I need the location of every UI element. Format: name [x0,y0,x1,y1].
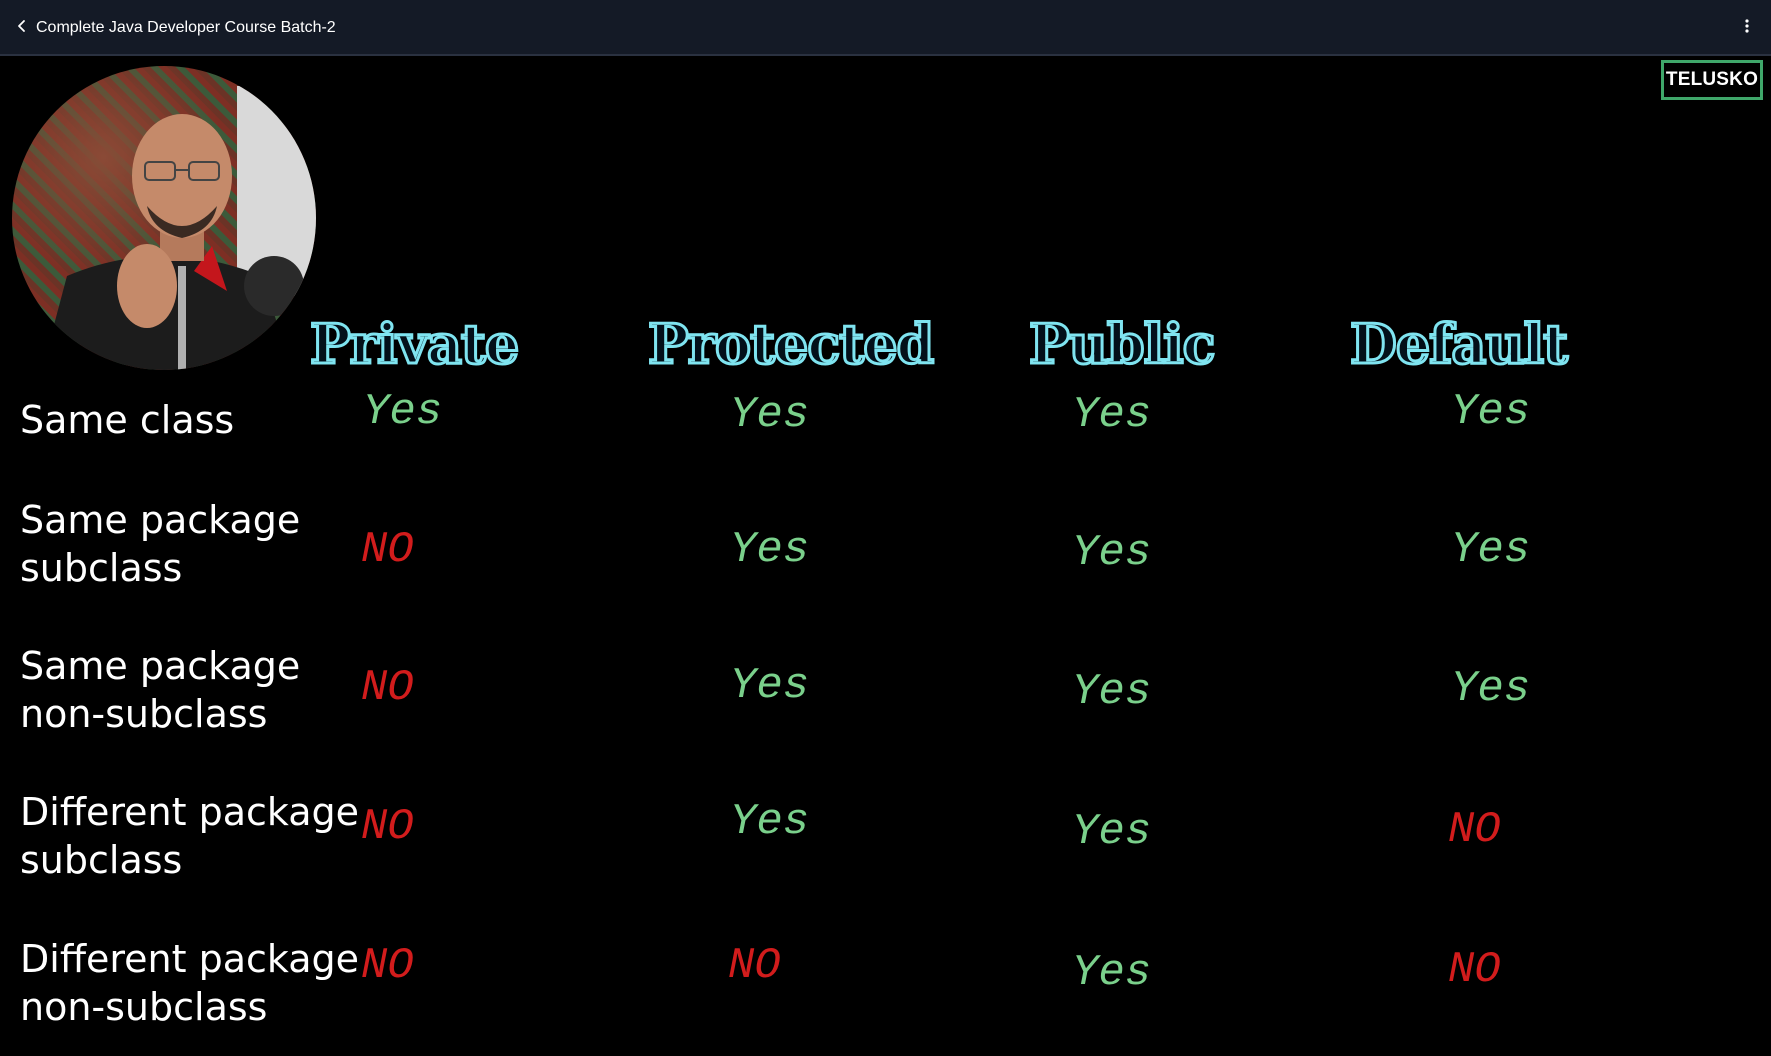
cell-same-package-subclass-default: Yes [1451,525,1531,575]
cell-different-package-subclass-public: Yes [1072,807,1152,857]
row-label-same-package-non-subclass: Same package non-subclass [20,644,301,736]
app-top-bar: Complete Java Developer Course Batch-2 [0,0,1771,56]
cell-different-package-subclass-default: NO [1448,805,1501,855]
cell-different-package-non-subclass-private: NO [361,941,414,991]
cell-same-class-default: Yes [1451,387,1531,437]
row-label-same-package-subclass: Same package subclass [20,498,301,590]
column-header-public: Public [1028,312,1218,376]
cell-same-package-non-subclass-default: Yes [1451,664,1531,714]
cell-same-package-non-subclass-private: NO [361,663,414,713]
cell-same-class-protected: Yes [730,390,810,440]
column-header-private: Private [308,312,520,376]
chevron-left-icon [15,19,29,38]
course-title: Complete Java Developer Course Batch-2 [36,19,336,36]
column-header-default: Default [1348,312,1569,376]
cell-same-class-public: Yes [1072,390,1152,440]
cell-different-package-subclass-private: NO [361,802,414,852]
back-button[interactable] [8,14,36,42]
cell-same-class-private: Yes [363,387,443,437]
instructor-avatar [12,66,316,370]
cell-different-package-non-subclass-public: Yes [1072,948,1152,998]
row-label-same-class: Same class [20,398,235,442]
cell-same-package-non-subclass-public: Yes [1072,667,1152,717]
cell-same-package-subclass-public: Yes [1072,528,1152,578]
cell-same-package-non-subclass-protected: Yes [730,661,810,711]
cell-different-package-subclass-protected: Yes [730,797,810,847]
telusko-logo: TELUSKO [1661,60,1763,100]
cell-same-package-subclass-private: NO [361,525,414,575]
cell-different-package-non-subclass-default: NO [1448,945,1501,995]
more-options-button[interactable] [1733,14,1761,42]
more-vertical-icon [1744,18,1750,39]
cell-same-package-subclass-protected: Yes [730,525,810,575]
row-label-different-package-non-subclass: Different package non-subclass [20,937,360,1029]
video-player[interactable]: TELUSKO Private Protected Public Default… [0,56,1771,1056]
cell-different-package-non-subclass-protected: NO [728,941,781,991]
column-header-protected: Protected [646,312,935,376]
row-label-different-package-subclass: Different package subclass [20,790,360,882]
